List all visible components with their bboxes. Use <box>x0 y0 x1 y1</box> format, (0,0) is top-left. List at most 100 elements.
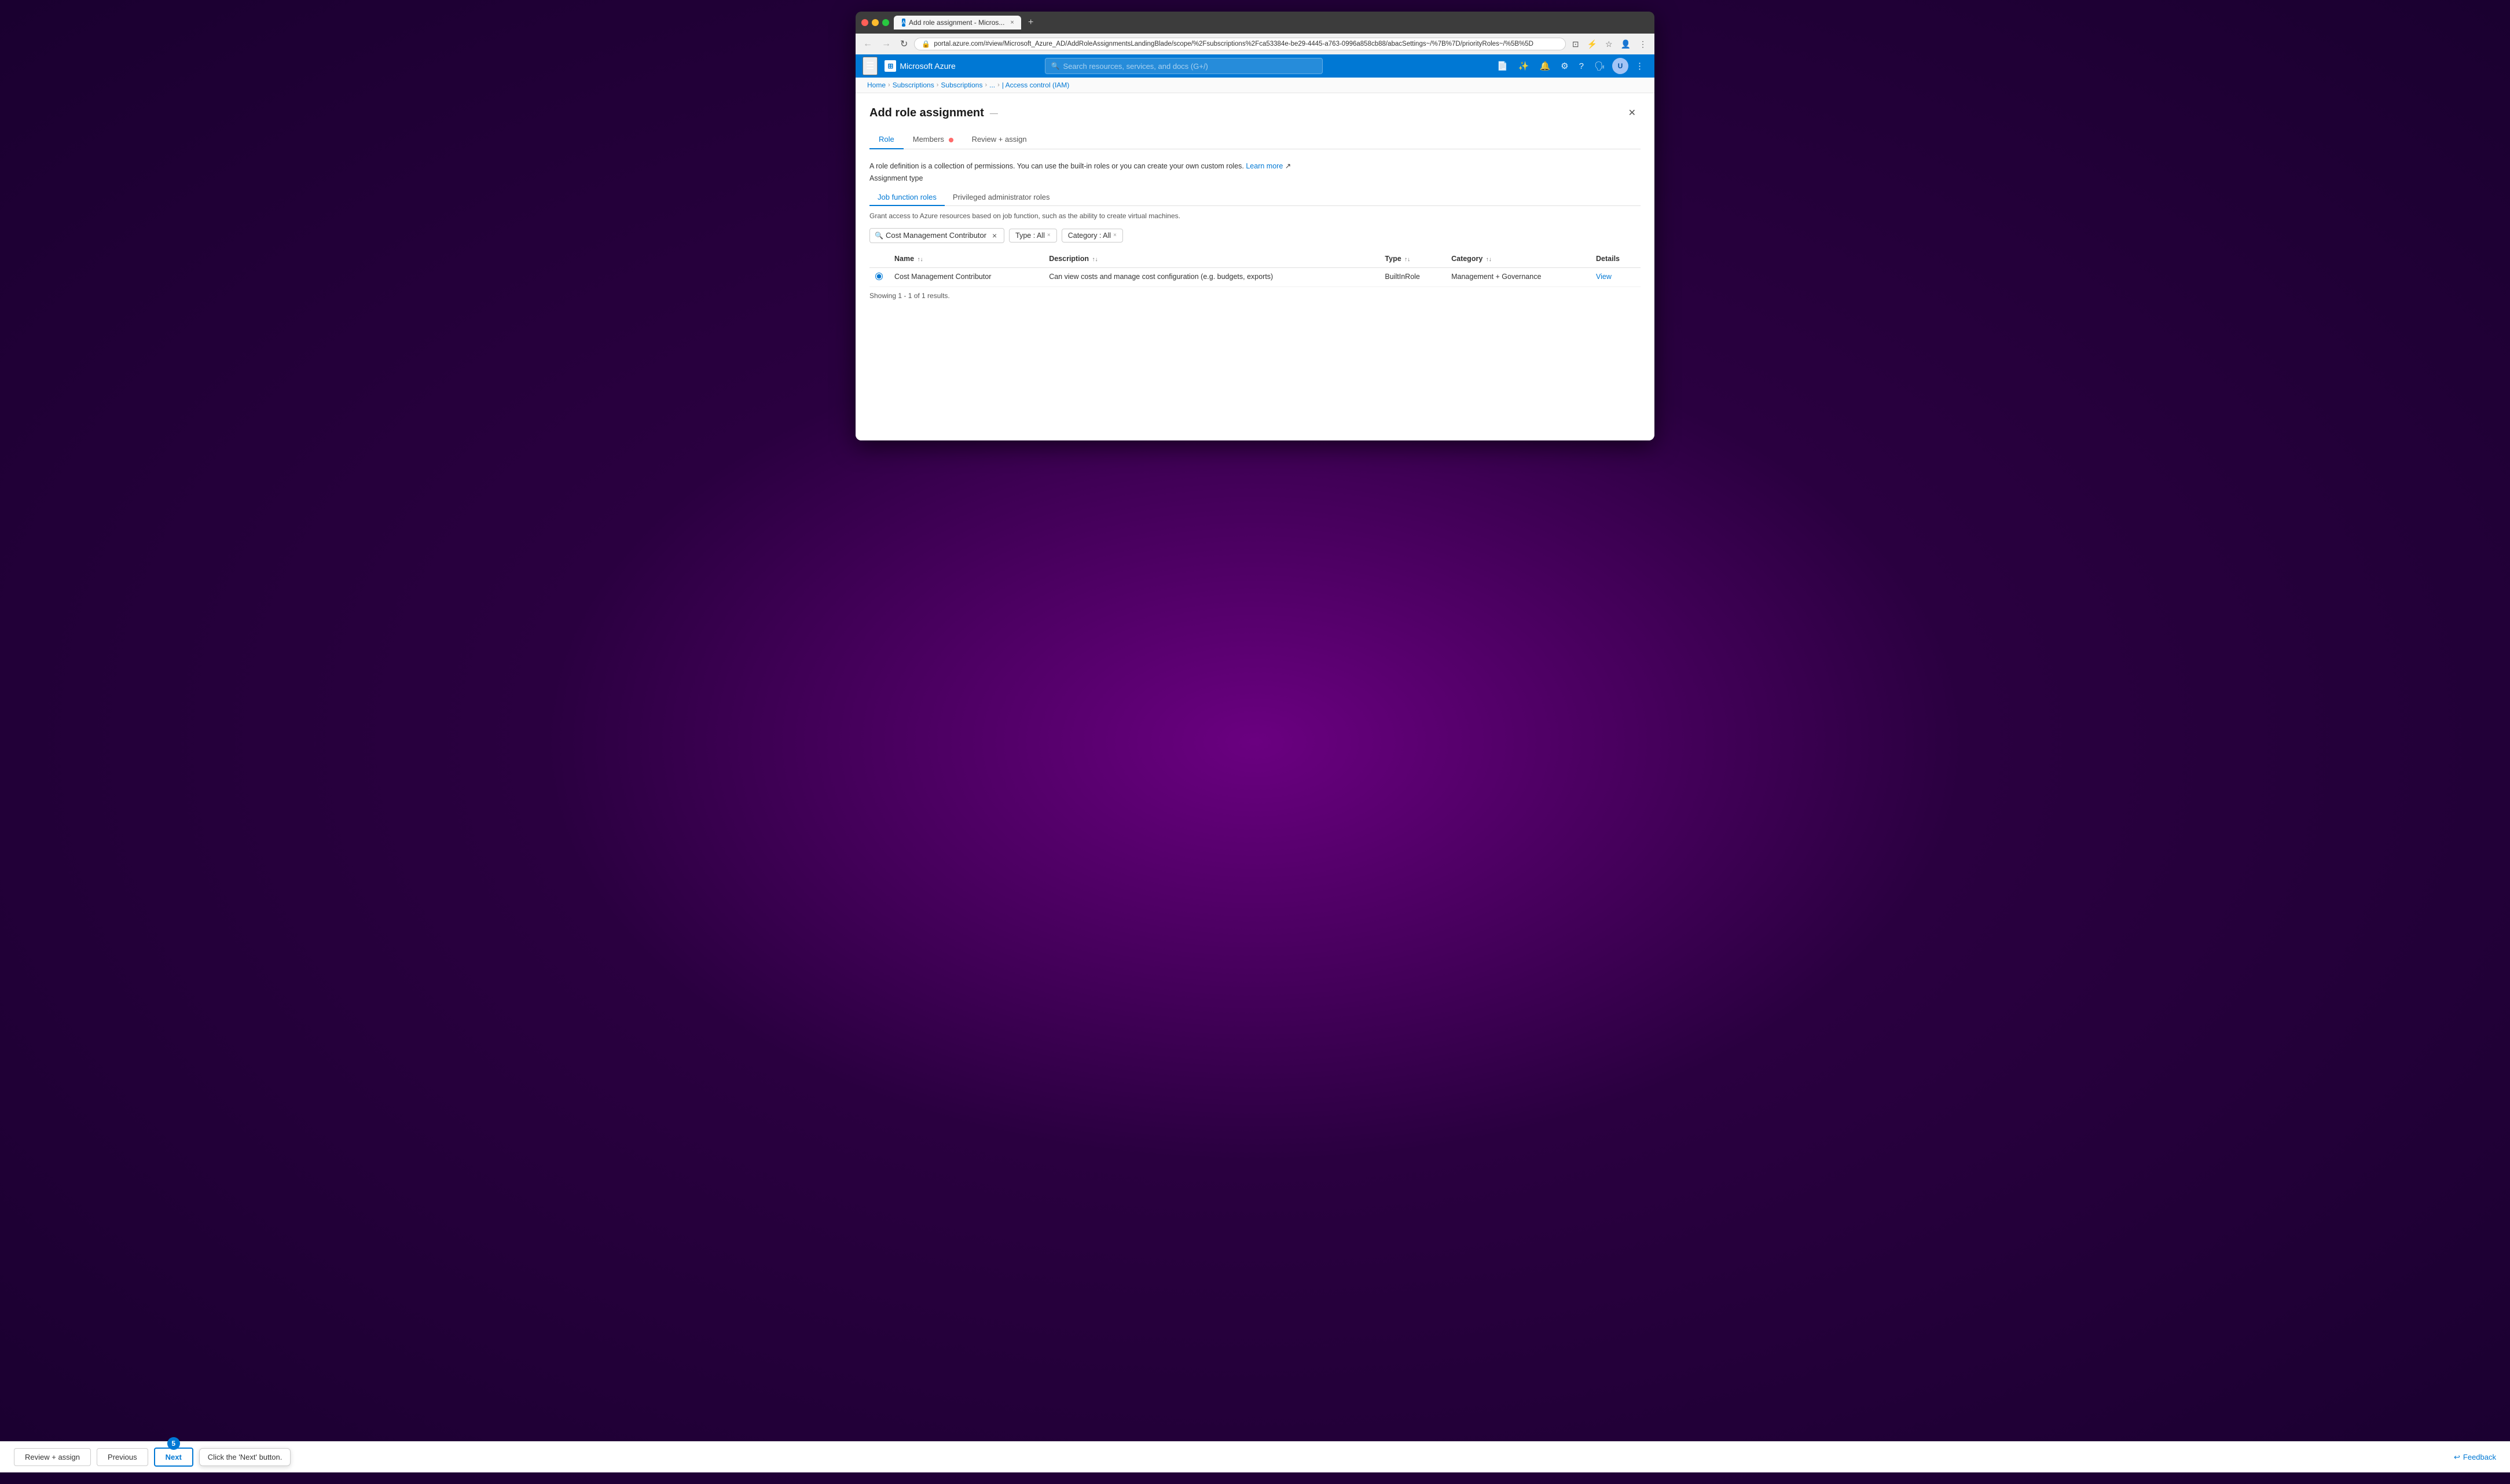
table-body: Cost Management Contributor Can view cos… <box>869 267 1641 286</box>
main-content: Home › Subscriptions › Subscriptions › .… <box>856 78 1654 440</box>
category-chip-arrow: × <box>1113 232 1117 238</box>
subtab-description: Grant access to Azure resources based on… <box>869 212 1641 220</box>
view-details-link[interactable]: View <box>1596 273 1612 281</box>
row-radio-input[interactable] <box>875 273 883 280</box>
copilot-icon[interactable]: ✨ <box>1515 58 1533 74</box>
azure-logo-icon: ⊞ <box>885 60 896 72</box>
address-bar[interactable]: 🔒 portal.azure.com/#view/Microsoft_Azure… <box>914 38 1565 50</box>
profile-icon[interactable]: 👤 <box>1618 38 1634 51</box>
browser-frame: A Add role assignment - Micros... × + ← … <box>856 12 1654 440</box>
sub-tab-job-function[interactable]: Job function roles <box>869 189 945 206</box>
results-count: Showing 1 - 1 of 1 results. <box>869 292 1641 300</box>
breadcrumb-sep-3: › <box>985 82 987 89</box>
address-text: portal.azure.com/#view/Microsoft_Azure_A… <box>934 41 1558 47</box>
panel-title-row: Add role assignment — <box>869 106 998 120</box>
breadcrumb-home[interactable]: Home <box>867 81 886 89</box>
azure-search-input[interactable] <box>1063 62 1316 71</box>
extension-icon[interactable]: ⚡ <box>1584 38 1600 51</box>
new-tab-button[interactable]: + <box>1028 17 1033 28</box>
panel-header: Add role assignment — ✕ <box>869 105 1641 121</box>
name-sort-icon: ↑↓ <box>918 256 923 263</box>
type-chip-arrow: × <box>1047 232 1051 238</box>
breadcrumb-subscriptions-parent[interactable]: Subscriptions <box>893 81 934 89</box>
assignment-type-label: Assignment type <box>869 174 1641 182</box>
breadcrumb: Home › Subscriptions › Subscriptions › .… <box>856 78 1654 93</box>
browser-titlebar: A Add role assignment - Micros... × + <box>856 12 1654 34</box>
type-sort-icon: ↑↓ <box>1404 256 1410 263</box>
breadcrumb-sep-1: › <box>888 82 890 89</box>
maximize-window-btn[interactable] <box>882 19 889 26</box>
row-type-cell: BuiltInRole <box>1379 267 1445 286</box>
sub-tab-privileged[interactable]: Privileged administrator roles <box>945 189 1058 206</box>
window-controls <box>861 19 889 26</box>
role-table: Name ↑↓ Description ↑↓ Type ↑↓ Categor <box>869 250 1641 287</box>
azure-topbar: ☰ ⊞ Microsoft Azure 🔍 📄 ✨ 🔔 ⚙ ? 🗣 U ⋮ <box>856 54 1654 78</box>
notifications-icon[interactable]: 🔔 <box>1536 58 1554 74</box>
breadcrumb-subscriptions-child[interactable]: Subscriptions <box>941 81 982 89</box>
row-category-cell: Management + Governance <box>1445 267 1590 286</box>
panel: Add role assignment — ✕ Role Members Rev… <box>856 93 1654 440</box>
col-details: Details <box>1590 250 1641 268</box>
screen-cast-icon[interactable]: ⊡ <box>1569 38 1582 51</box>
sub-tabs: Job function roles Privileged administra… <box>869 189 1641 206</box>
search-input-wrap[interactable]: 🔍 × <box>869 228 1004 243</box>
table-header: Name ↑↓ Description ↑↓ Type ↑↓ Categor <box>869 250 1641 268</box>
tab-favicon: A <box>902 19 905 27</box>
topbar-icons: 📄 ✨ 🔔 ⚙ ? 🗣 U ⋮ <box>1493 58 1647 74</box>
wizard-step-review[interactable]: Review + assign <box>963 130 1036 149</box>
panel-close-button[interactable]: ✕ <box>1624 105 1641 121</box>
menu-icon[interactable]: ⋮ <box>1636 38 1650 51</box>
minimize-window-btn[interactable] <box>872 19 879 26</box>
panel-separator: — <box>990 108 998 117</box>
row-details-cell[interactable]: View <box>1590 267 1641 286</box>
row-description-cell: Can view costs and manage cost configura… <box>1043 267 1379 286</box>
category-sort-icon: ↑↓ <box>1486 256 1492 263</box>
row-radio-cell[interactable] <box>869 267 889 286</box>
hamburger-menu-button[interactable]: ☰ <box>863 57 878 75</box>
tab-title: Add role assignment - Micros... <box>909 19 1004 27</box>
tab-close-button[interactable]: × <box>1010 19 1014 26</box>
table-row: Cost Management Contributor Can view cos… <box>869 267 1641 286</box>
close-window-btn[interactable] <box>861 19 868 26</box>
col-radio <box>869 250 889 268</box>
azure-logo[interactable]: ⊞ Microsoft Azure <box>885 60 955 72</box>
search-icon: 🔍 <box>875 232 883 240</box>
cloud-shell-icon[interactable]: 📄 <box>1493 58 1511 74</box>
learn-more-link[interactable]: Learn more <box>1246 162 1283 170</box>
forward-button[interactable]: → <box>879 38 894 50</box>
breadcrumb-sep-4: › <box>997 82 1000 89</box>
browser-nav: ← → ↻ 🔒 portal.azure.com/#view/Microsoft… <box>856 34 1654 54</box>
description-text: A role definition is a collection of per… <box>869 161 1641 172</box>
back-button[interactable]: ← <box>860 38 875 50</box>
description-sort-icon: ↑↓ <box>1092 256 1098 263</box>
settings-icon[interactable]: ⚙ <box>1557 58 1572 74</box>
wizard-steps: Role Members Review + assign <box>869 130 1641 149</box>
wizard-step-role[interactable]: Role <box>869 130 904 149</box>
type-filter-chip[interactable]: Type : All × <box>1009 229 1057 243</box>
col-name[interactable]: Name ↑↓ <box>889 250 1043 268</box>
search-icon: 🔍 <box>1051 62 1060 70</box>
breadcrumb-subscription-name[interactable]: ... <box>989 81 995 89</box>
browser-tab[interactable]: A Add role assignment - Micros... × <box>894 16 1021 30</box>
role-search-input[interactable] <box>886 231 990 240</box>
col-category[interactable]: Category ↑↓ <box>1445 250 1590 268</box>
breadcrumb-iam[interactable]: | Access control (IAM) <box>1002 81 1069 89</box>
help-icon[interactable]: ? <box>1576 59 1587 74</box>
col-description[interactable]: Description ↑↓ <box>1043 250 1379 268</box>
feedback-top-icon[interactable]: 🗣 <box>1591 58 1609 74</box>
category-filter-chip[interactable]: Category : All × <box>1062 229 1123 243</box>
col-type[interactable]: Type ↑↓ <box>1379 250 1445 268</box>
clear-search-button[interactable]: × <box>990 231 999 240</box>
refresh-button[interactable]: ↻ <box>897 37 911 51</box>
nav-icons-right: ⊡ ⚡ ☆ 👤 ⋮ <box>1569 38 1650 51</box>
panel-title: Add role assignment <box>869 106 984 120</box>
wizard-step-members[interactable]: Members <box>904 130 963 149</box>
filter-bar: 🔍 × Type : All × Category : All × <box>869 228 1641 243</box>
breadcrumb-sep-2: › <box>937 82 939 89</box>
user-avatar-button[interactable]: U <box>1612 58 1628 74</box>
lock-icon: 🔒 <box>922 40 930 48</box>
azure-search-bar[interactable]: 🔍 <box>1045 58 1323 74</box>
row-name-cell: Cost Management Contributor <box>889 267 1043 286</box>
more-options-icon[interactable]: ⋮ <box>1632 58 1647 74</box>
bookmark-icon[interactable]: ☆ <box>1602 38 1616 51</box>
